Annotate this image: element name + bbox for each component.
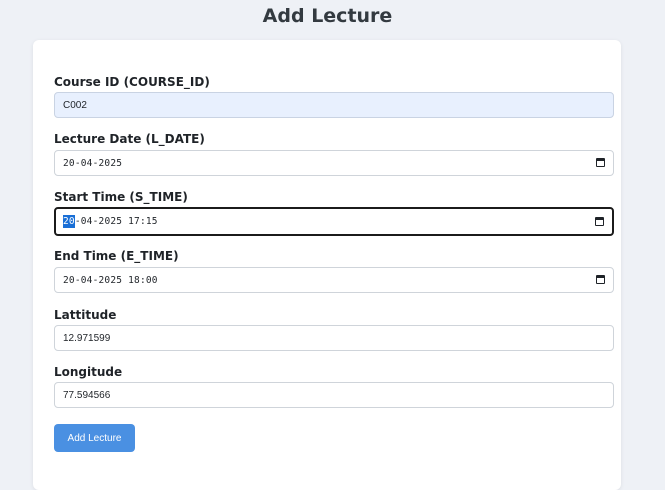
latitude-label: Lattitude bbox=[54, 308, 117, 322]
lecture-date-label: Lecture Date (L_DATE) bbox=[54, 132, 205, 146]
course-id-input[interactable]: C002 bbox=[54, 92, 614, 118]
end-time-input[interactable]: 20-04-2025 18:00 bbox=[54, 267, 614, 293]
start-time-label: Start Time (S_TIME) bbox=[54, 190, 188, 204]
add-lecture-button[interactable]: Add Lecture bbox=[54, 424, 135, 452]
longitude-value: 77.594566 bbox=[63, 389, 111, 401]
course-id-label: Course ID (COURSE_ID) bbox=[54, 75, 210, 89]
latitude-value: 12.971599 bbox=[63, 332, 111, 344]
latitude-input[interactable]: 12.971599 bbox=[54, 325, 614, 351]
longitude-input[interactable]: 77.594566 bbox=[54, 382, 614, 408]
start-time-value: -04-2025 17:15 bbox=[74, 216, 158, 227]
course-id-value: C002 bbox=[63, 99, 87, 111]
calendar-icon[interactable] bbox=[595, 216, 604, 226]
lecture-date-input[interactable]: 20-04-2025 bbox=[54, 150, 614, 176]
start-time-input[interactable]: 20 -04-2025 17:15 bbox=[54, 207, 614, 236]
calendar-icon[interactable] bbox=[596, 275, 605, 284]
lecture-date-value: 20-04-2025 bbox=[63, 157, 123, 169]
end-time-label: End Time (E_TIME) bbox=[54, 249, 179, 263]
longitude-label: Longitude bbox=[54, 365, 123, 379]
calendar-icon[interactable] bbox=[596, 158, 605, 167]
end-time-value: 20-04-2025 18:00 bbox=[63, 274, 158, 286]
start-time-day-segment[interactable]: 20 bbox=[63, 215, 75, 228]
page-title: Add Lecture bbox=[262, 5, 393, 27]
lecture-form: Course ID (COURSE_ID) C002 Lecture Date … bbox=[33, 40, 621, 490]
